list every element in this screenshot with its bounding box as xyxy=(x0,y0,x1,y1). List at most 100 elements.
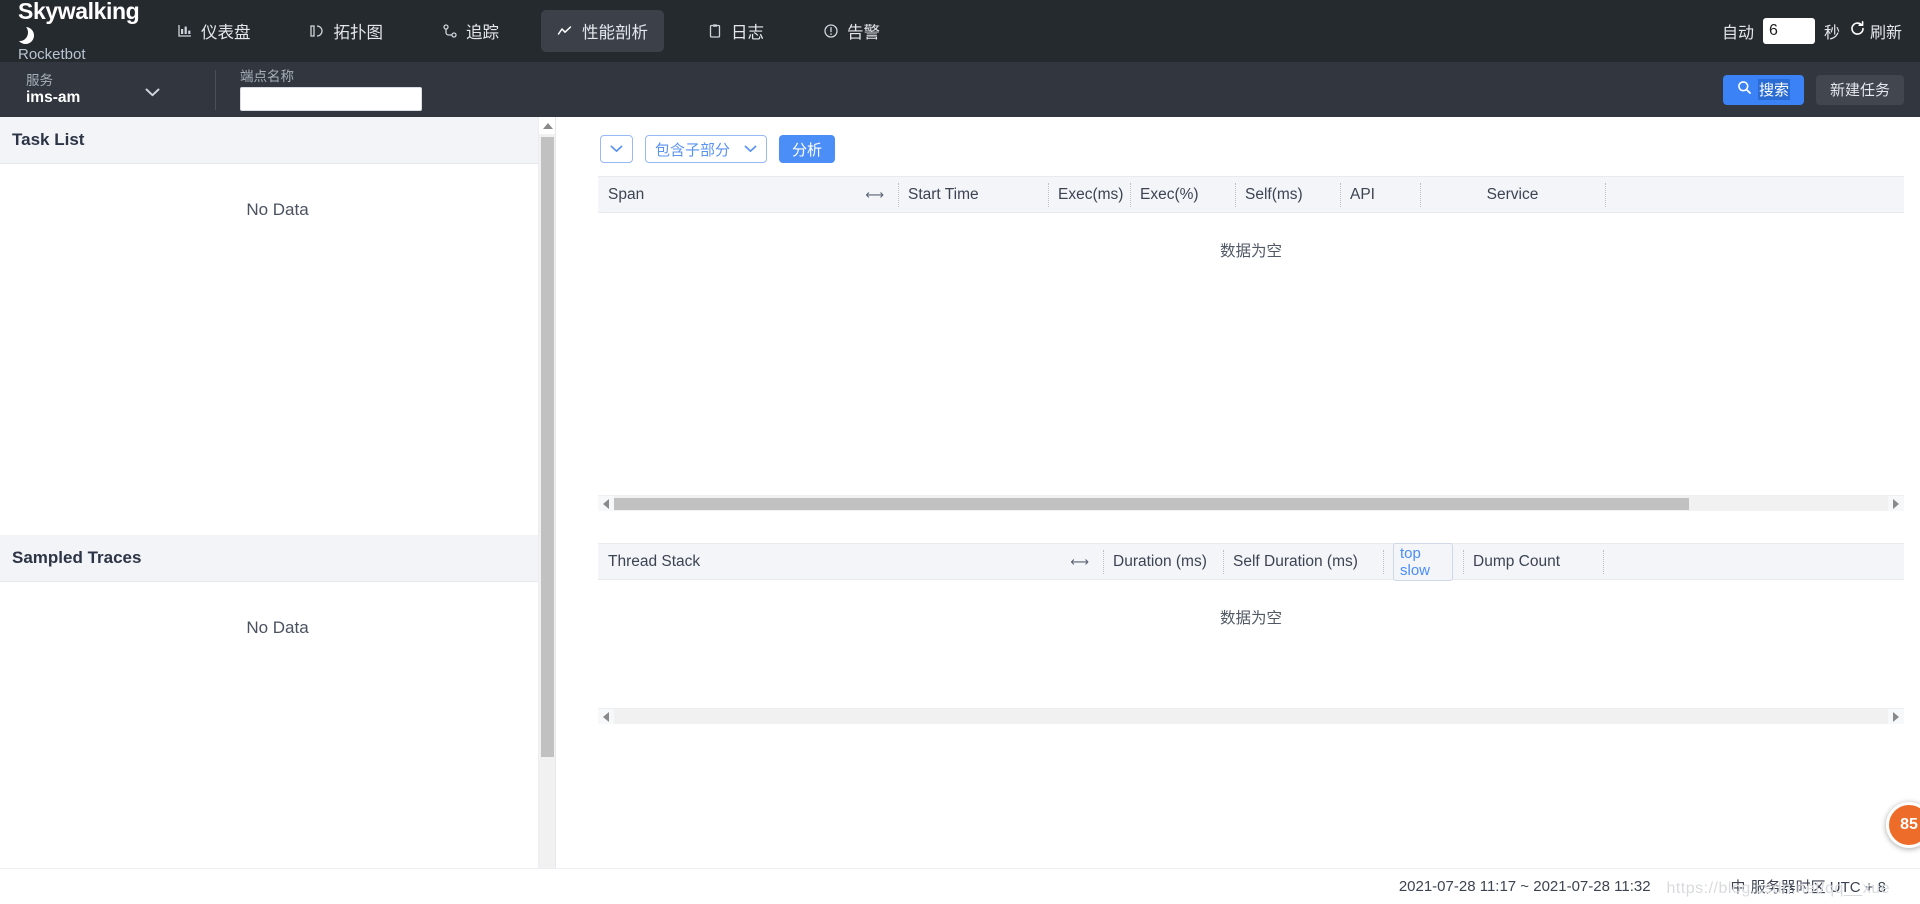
analysis-controls: 包含子部分 分析 xyxy=(574,117,1920,163)
column-label: Exec(%) xyxy=(1140,185,1199,203)
span-table-col-span[interactable]: Span ⟷ xyxy=(598,177,898,213)
chevron-down-icon xyxy=(145,84,160,102)
search-button[interactable]: 搜索 xyxy=(1722,74,1804,105)
search-icon xyxy=(1737,80,1752,99)
thread-stack-table: Thread Stack ⟷ Duration (ms) Self Durati… xyxy=(598,542,1904,724)
thread-table-col-thread-stack[interactable]: Thread Stack ⟷ xyxy=(598,544,1103,580)
left-pane: Task List No Data Sampled Traces No Data xyxy=(0,117,556,904)
auto-refresh-group: 自动 秒 刷新 xyxy=(1722,0,1902,62)
task-list-title: Task List xyxy=(0,117,555,164)
scrollbar-thumb[interactable] xyxy=(541,137,554,757)
service-selector[interactable]: 服务 ims-am xyxy=(0,62,215,117)
nav-item-topology[interactable]: 拓扑图 xyxy=(293,10,400,52)
seconds-label: 秒 xyxy=(1823,25,1840,42)
chevron-right-icon[interactable] xyxy=(1888,496,1904,512)
column-label: Dump Count xyxy=(1473,552,1561,570)
thread-stack-table-header: Thread Stack ⟷ Duration (ms) Self Durati… xyxy=(598,542,1904,581)
brand-name: Skywalking xyxy=(18,0,140,24)
profile-icon xyxy=(557,23,574,40)
refresh-button[interactable]: 刷新 xyxy=(1849,19,1902,43)
dashboard-icon xyxy=(176,23,193,40)
thread-table-col-duration[interactable]: Duration (ms) xyxy=(1103,544,1223,580)
timezone-group[interactable]: 中 服务器时区 UTC + 8 xyxy=(1731,876,1886,897)
column-label: API xyxy=(1350,185,1375,203)
mini-dropdown[interactable] xyxy=(600,135,633,163)
refresh-label: 刷新 xyxy=(1869,25,1902,42)
span-table-col-filler xyxy=(1605,177,1904,213)
service-value: ims-am xyxy=(26,88,81,106)
nav-item-dashboard[interactable]: 仪表盘 xyxy=(160,10,267,52)
thread-table-col-dump-count[interactable]: Dump Count xyxy=(1463,544,1603,580)
sampled-traces-empty: No Data xyxy=(246,618,309,637)
thread-table-col-filler xyxy=(1603,544,1904,580)
nav-item-label: 仪表盘 xyxy=(201,24,251,42)
span-table-col-exec-ms[interactable]: Exec(ms) xyxy=(1048,177,1130,213)
span-table-col-start-time[interactable]: Start Time xyxy=(898,177,1048,213)
sampled-traces-body: No Data xyxy=(0,582,555,638)
nav-item-alarm[interactable]: 告警 xyxy=(806,10,896,52)
task-list-body: No Data xyxy=(0,164,555,220)
chevron-right-icon[interactable] xyxy=(1888,709,1904,725)
footer-bar: 2021-07-28 11:17 ~ 2021-07-28 11:32 中 服务… xyxy=(0,868,1920,904)
span-table-hscrollbar[interactable] xyxy=(598,495,1904,511)
task-list-panel: Task List No Data xyxy=(0,117,555,535)
column-label: Exec(ms) xyxy=(1058,185,1124,203)
sampled-traces-panel: Sampled Traces No Data xyxy=(0,535,555,904)
endpoint-name-group: 端点名称 xyxy=(216,62,422,117)
nav-item-label: 告警 xyxy=(847,24,880,42)
chevron-up-icon[interactable] xyxy=(539,117,556,134)
search-actions: 搜索 新建任务 xyxy=(1722,62,1904,117)
search-toolbar: 服务 ims-am 端点名称 搜索 新建任务 xyxy=(0,62,1920,117)
sampled-traces-title: Sampled Traces xyxy=(0,535,555,582)
service-label: 服务 xyxy=(26,72,53,88)
analyze-button[interactable]: 分析 xyxy=(779,135,836,163)
nav-item-profile[interactable]: 性能剖析 xyxy=(541,10,664,52)
topology-icon xyxy=(309,23,326,40)
nav-item-label: 追踪 xyxy=(466,24,499,42)
top-slow-badge[interactable]: top slow xyxy=(1393,542,1453,581)
column-label: Self Duration (ms) xyxy=(1233,552,1358,570)
thread-stack-table-empty: 数据为空 xyxy=(1219,610,1282,627)
column-label: Self(ms) xyxy=(1245,185,1303,203)
resize-handle-icon[interactable]: ⟷ xyxy=(1070,554,1093,570)
thread-table-col-self-duration[interactable]: Self Duration (ms) xyxy=(1223,544,1383,580)
task-list-empty: No Data xyxy=(246,200,309,219)
thread-table-col-top-slow[interactable]: top slow xyxy=(1383,542,1463,581)
chevron-left-icon[interactable] xyxy=(598,496,614,512)
auto-label: 自动 xyxy=(1721,25,1754,42)
hscrollbar-thumb[interactable] xyxy=(614,498,1689,510)
column-label: Span xyxy=(608,185,645,203)
timezone-label: 服务器时区 UTC + 8 xyxy=(1750,879,1886,896)
chevron-left-icon[interactable] xyxy=(598,709,614,725)
left-pane-scrollbar[interactable] xyxy=(538,117,555,904)
span-table-col-self-ms[interactable]: Self(ms) xyxy=(1235,177,1340,213)
hscrollbar-track[interactable] xyxy=(614,496,1888,511)
column-label: Start Time xyxy=(908,185,979,203)
new-task-button[interactable]: 新建任务 xyxy=(1815,74,1904,105)
language-indicator[interactable]: 中 xyxy=(1731,876,1746,897)
refresh-icon xyxy=(1849,20,1866,42)
search-button-label: 搜索 xyxy=(1757,79,1790,100)
nav-item-label: 日志 xyxy=(731,24,764,42)
span-table-col-exec-pct[interactable]: Exec(%) xyxy=(1130,177,1235,213)
nav-item-log[interactable]: 日志 xyxy=(690,10,780,52)
auto-refresh-seconds-input[interactable] xyxy=(1762,18,1815,44)
thread-stack-hscrollbar[interactable] xyxy=(598,708,1904,724)
app-root: Skywalking Rocketbot 仪表盘 拓扑图 追踪 性能剖析 日志 … xyxy=(0,0,1920,904)
top-navigation-bar: Skywalking Rocketbot 仪表盘 拓扑图 追踪 性能剖析 日志 … xyxy=(0,0,1920,62)
column-label: Duration (ms) xyxy=(1113,552,1207,570)
resize-handle-icon[interactable]: ⟷ xyxy=(865,187,888,203)
scope-select[interactable]: 包含子部分 xyxy=(645,135,768,163)
right-pane: 包含子部分 分析 Span ⟷ Start Time Exec(ms) Exec… xyxy=(574,117,1920,904)
span-table-col-service[interactable]: Service xyxy=(1420,177,1605,213)
nav-item-trace[interactable]: 追踪 xyxy=(425,10,515,52)
column-label: Service xyxy=(1486,185,1539,203)
endpoint-name-input[interactable] xyxy=(240,86,422,111)
hscrollbar-track[interactable] xyxy=(614,709,1888,724)
time-range-label[interactable]: 2021-07-28 11:17 ~ 2021-07-28 11:32 xyxy=(1399,878,1651,895)
span-table-col-api[interactable]: API xyxy=(1340,177,1420,213)
main-body: Task List No Data Sampled Traces No Data xyxy=(0,117,1920,904)
endpoint-label: 端点名称 xyxy=(240,68,294,84)
brand-logo[interactable]: Skywalking Rocketbot xyxy=(0,0,140,62)
span-table: Span ⟷ Start Time Exec(ms) Exec(%) Self(… xyxy=(598,176,1904,511)
